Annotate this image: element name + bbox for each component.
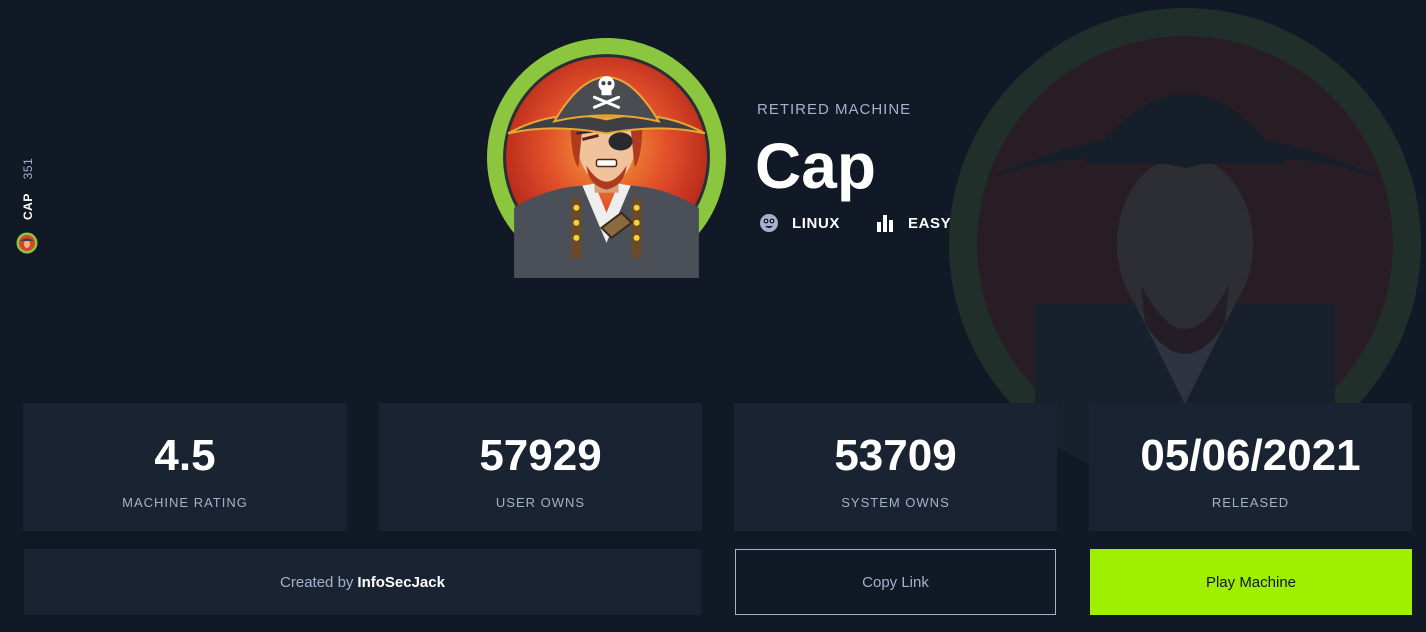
stat-card-released: 05/06/2021 RELEASED	[1089, 403, 1412, 531]
stat-card-rating: 4.5 MACHINE RATING	[23, 403, 347, 531]
os-label: LINUX	[792, 214, 840, 232]
copy-link-button[interactable]: Copy Link	[735, 549, 1056, 615]
stat-card-system-owns: 53709 SYSTEM OWNS	[734, 403, 1057, 531]
created-by-panel: Created by InfoSecJack	[24, 549, 701, 615]
stat-label: USER OWNS	[495, 495, 586, 510]
machine-tags: LINUX EASY	[758, 212, 951, 234]
stat-value: 4.5	[154, 431, 216, 480]
mini-avatar	[16, 232, 38, 254]
stat-label: RELEASED	[1211, 495, 1290, 510]
linux-icon	[758, 212, 780, 234]
stat-value: 57929	[479, 431, 602, 480]
side-label-text: CAP 351	[21, 158, 35, 220]
stat-label: SYSTEM OWNS	[841, 495, 950, 510]
machine-title: Cap	[755, 130, 876, 202]
author-link[interactable]: InfoSecJack	[357, 574, 445, 591]
side-machine-number: 351	[21, 157, 35, 180]
play-machine-button[interactable]: Play Machine	[1090, 549, 1412, 615]
difficulty-tag: EASY	[874, 212, 951, 234]
difficulty-bars-icon	[874, 212, 896, 234]
machine-avatar	[486, 37, 727, 278]
machine-status: RETIRED MACHINE	[757, 101, 912, 118]
side-machine-name: CAP	[21, 193, 35, 220]
stat-card-user-owns: 57929 USER OWNS	[379, 403, 702, 531]
stat-value: 05/06/2021	[1140, 431, 1361, 480]
stat-label: MACHINE RATING	[122, 495, 248, 510]
created-by-prefix: Created by	[280, 573, 354, 591]
difficulty-label: EASY	[908, 214, 952, 232]
stat-value: 53709	[834, 431, 957, 480]
os-tag: LINUX	[758, 212, 840, 234]
sidebar-machine-label[interactable]: CAP 351	[13, 148, 43, 258]
